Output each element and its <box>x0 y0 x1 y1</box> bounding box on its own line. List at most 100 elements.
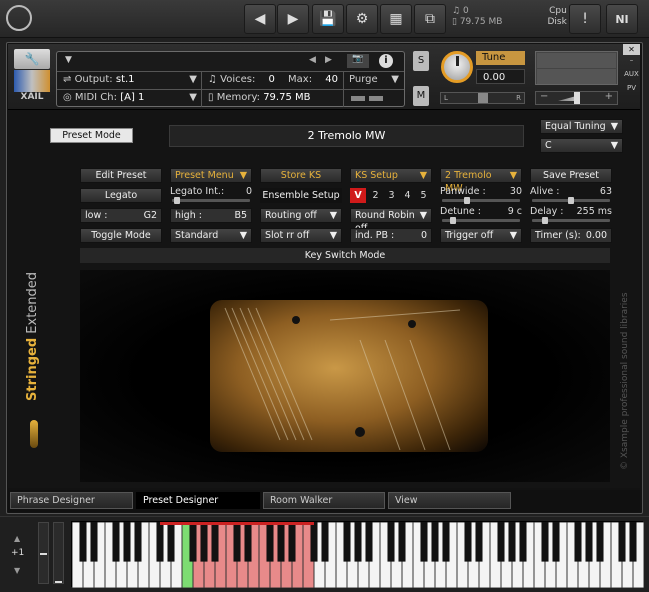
tab-view[interactable]: View <box>388 492 511 509</box>
info-icon[interactable]: i <box>379 54 393 68</box>
close-icon[interactable]: ✕ <box>623 44 640 55</box>
preset-menu-dropdown[interactable]: Preset Menu ▼ <box>170 168 252 183</box>
minimize-view-icon[interactable]: ⧉ <box>414 4 446 34</box>
black-key[interactable] <box>431 522 439 562</box>
piano-keyboard[interactable] <box>71 521 644 588</box>
black-key[interactable] <box>464 522 472 562</box>
nav-left-button[interactable]: ◀ <box>244 4 276 34</box>
black-key[interactable] <box>574 522 582 562</box>
black-key[interactable] <box>233 522 241 562</box>
ensemble-setup-button[interactable]: Ensemble Setup <box>260 188 342 203</box>
ks-slot-3[interactable]: 3 <box>385 188 398 203</box>
black-key[interactable] <box>288 522 296 562</box>
ks-slot-4[interactable]: 4 <box>401 188 414 203</box>
black-key[interactable] <box>277 522 285 562</box>
preset-select-dropdown[interactable]: 2 Tremolo MW ▼ <box>440 168 522 194</box>
black-key[interactable] <box>343 522 351 562</box>
output-selector[interactable]: ⇌ Output: st.1 ▼ <box>63 74 197 85</box>
minimize-icon[interactable]: – <box>623 55 640 66</box>
ind-pb-field[interactable]: ind. PB :0 <box>350 228 432 243</box>
black-key[interactable] <box>497 522 505 562</box>
pan-slider[interactable]: L R <box>440 92 525 104</box>
round-robin-dropdown[interactable]: Round Robin off▼ <box>350 208 432 234</box>
black-key[interactable] <box>475 522 483 562</box>
tune-knob[interactable] <box>441 51 473 83</box>
black-key[interactable] <box>123 522 131 562</box>
toggle-mode-button[interactable]: Toggle Mode <box>80 228 162 243</box>
black-key[interactable] <box>156 522 164 562</box>
black-key[interactable] <box>134 522 142 562</box>
preset-mode-button[interactable]: Preset Mode <box>50 128 133 143</box>
ni-logo-icon[interactable]: NI <box>606 4 638 34</box>
octave-up-icon[interactable]: ▲ <box>14 534 20 543</box>
aux-button[interactable]: AUX <box>623 69 640 80</box>
ks-slot-5[interactable]: 5 <box>417 188 430 203</box>
black-key[interactable] <box>167 522 175 562</box>
ks-slot-2[interactable]: 2 <box>369 188 382 203</box>
black-key[interactable] <box>398 522 406 562</box>
legato-button[interactable]: Legato <box>80 188 162 203</box>
black-key[interactable] <box>211 522 219 562</box>
black-key[interactable] <box>585 522 593 562</box>
octave-down-icon[interactable]: ▼ <box>14 566 20 575</box>
save-preset-button[interactable]: Save Preset <box>530 168 612 183</box>
black-key[interactable] <box>200 522 208 562</box>
volume-slider[interactable]: − + <box>535 91 618 105</box>
low-range-field[interactable]: low : G2 <box>80 208 162 223</box>
black-key[interactable] <box>519 522 527 562</box>
edit-preset-button[interactable]: Edit Preset <box>80 168 162 183</box>
kontakt-logo-icon[interactable] <box>6 5 32 31</box>
trigger-dropdown[interactable]: Trigger off ▼ <box>440 228 522 243</box>
solo-button[interactable]: S <box>413 51 429 71</box>
wrench-icon[interactable]: 🔧 <box>14 49 50 69</box>
preset-next-icon[interactable]: ▶ <box>325 55 332 65</box>
tab-room-walker[interactable]: Room Walker <box>263 492 385 509</box>
black-key[interactable] <box>508 522 516 562</box>
black-key[interactable] <box>79 522 87 562</box>
key-switch-mode-bar[interactable]: Key Switch Mode <box>80 248 610 263</box>
pv-button[interactable]: PV <box>623 83 640 94</box>
routing-dropdown[interactable]: Routing off ▼ <box>260 208 342 223</box>
black-key[interactable] <box>266 522 274 562</box>
black-key[interactable] <box>189 522 197 562</box>
high-range-field[interactable]: high : B5 <box>170 208 252 223</box>
tuning-select[interactable]: Equal Tuning ▼ <box>540 119 623 134</box>
alive-slider[interactable]: Alive :63 <box>530 186 612 204</box>
layout-icon[interactable]: ▦ <box>380 4 412 34</box>
tab-preset-designer[interactable]: Preset Designer <box>136 492 260 509</box>
black-key[interactable] <box>321 522 329 562</box>
delay-slider[interactable]: Delay :255 ms <box>530 206 612 224</box>
midi-channel-selector[interactable]: ◎ MIDI Ch: [A] 1 ▼ <box>63 92 197 103</box>
black-key[interactable] <box>387 522 395 562</box>
gear-icon[interactable]: ⚙ <box>346 4 378 34</box>
black-key[interactable] <box>112 522 120 562</box>
black-key[interactable] <box>310 522 318 562</box>
timer-field[interactable]: Timer (s): 0.00 <box>530 228 612 243</box>
legato-intensity-slider[interactable]: Legato Int.: 0 <box>170 186 252 204</box>
black-key[interactable] <box>629 522 637 562</box>
black-key[interactable] <box>90 522 98 562</box>
preset-prev-icon[interactable]: ◀ <box>309 55 316 65</box>
collapse-icon[interactable]: ▼ <box>65 55 72 65</box>
ks-slot-v[interactable]: V <box>350 188 366 203</box>
black-key[interactable] <box>420 522 428 562</box>
black-key[interactable] <box>541 522 549 562</box>
black-key[interactable] <box>552 522 560 562</box>
mute-button[interactable]: M <box>413 86 429 106</box>
black-key[interactable] <box>365 522 373 562</box>
slot-rr-dropdown[interactable]: Slot rr off ▼ <box>260 228 342 243</box>
key-select[interactable]: C ▼ <box>540 138 623 153</box>
detune-slider[interactable]: Detune :9 c <box>440 206 522 224</box>
purge-menu[interactable]: Purge ▼ <box>349 74 399 85</box>
black-key[interactable] <box>354 522 362 562</box>
ks-setup-dropdown[interactable]: KS Setup ▼ <box>350 168 432 183</box>
store-ks-button[interactable]: Store KS <box>260 168 342 183</box>
tab-phrase-designer[interactable]: Phrase Designer <box>10 492 133 509</box>
mod-wheel[interactable] <box>53 522 64 584</box>
tune-value[interactable]: 0.00 <box>476 69 525 84</box>
nav-right-button[interactable]: ▶ <box>277 4 309 34</box>
black-key[interactable] <box>442 522 450 562</box>
standard-dropdown[interactable]: Standard ▼ <box>170 228 252 243</box>
save-icon[interactable]: 💾 <box>312 4 344 34</box>
pitch-wheel[interactable] <box>38 522 49 584</box>
